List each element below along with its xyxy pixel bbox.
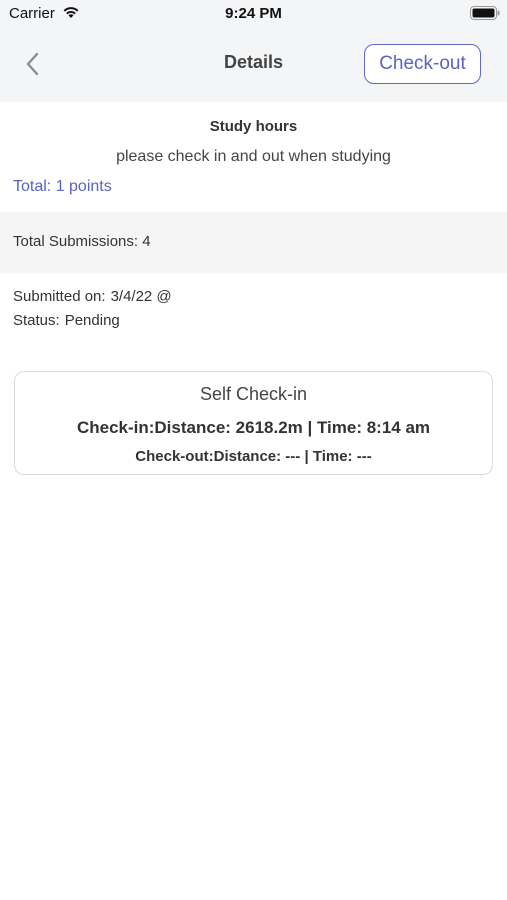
check-out-details: Check-out:Distance: --- | Time: --- bbox=[135, 448, 372, 465]
status-row: Status: Pending bbox=[13, 312, 120, 329]
navigation-bar: Details Check-out bbox=[0, 28, 507, 102]
total-submissions-label: Total Submissions: 4 bbox=[13, 233, 151, 250]
submissions-summary: Total Submissions: 4 bbox=[0, 212, 507, 273]
check-out-button[interactable]: Check-out bbox=[364, 44, 481, 84]
battery-icon bbox=[470, 6, 500, 20]
submitted-on-value: 3/4/22 @ bbox=[110, 288, 172, 305]
status-value: Pending bbox=[64, 312, 120, 329]
status-label: Status: bbox=[13, 312, 60, 329]
status-bar: Carrier 9:24 PM bbox=[0, 0, 507, 28]
status-time: 9:24 PM bbox=[225, 5, 282, 22]
self-check-in-card: Self Check-in Check-in:Distance: 2618.2m… bbox=[14, 371, 493, 475]
task-description: please check in and out when studying bbox=[116, 148, 391, 165]
total-points-label: Total: 1 points bbox=[13, 178, 112, 195]
submitted-on-label: Submitted on: bbox=[13, 288, 106, 305]
task-title: Study hours bbox=[209, 118, 298, 135]
task-header: Study hours please check in and out when… bbox=[0, 102, 507, 212]
submitted-on-row: Submitted on: 3/4/22 @ bbox=[13, 288, 172, 305]
card-title: Self Check-in bbox=[199, 384, 308, 404]
check-in-details: Check-in:Distance: 2618.2m | Time: 8:14 … bbox=[76, 418, 431, 437]
